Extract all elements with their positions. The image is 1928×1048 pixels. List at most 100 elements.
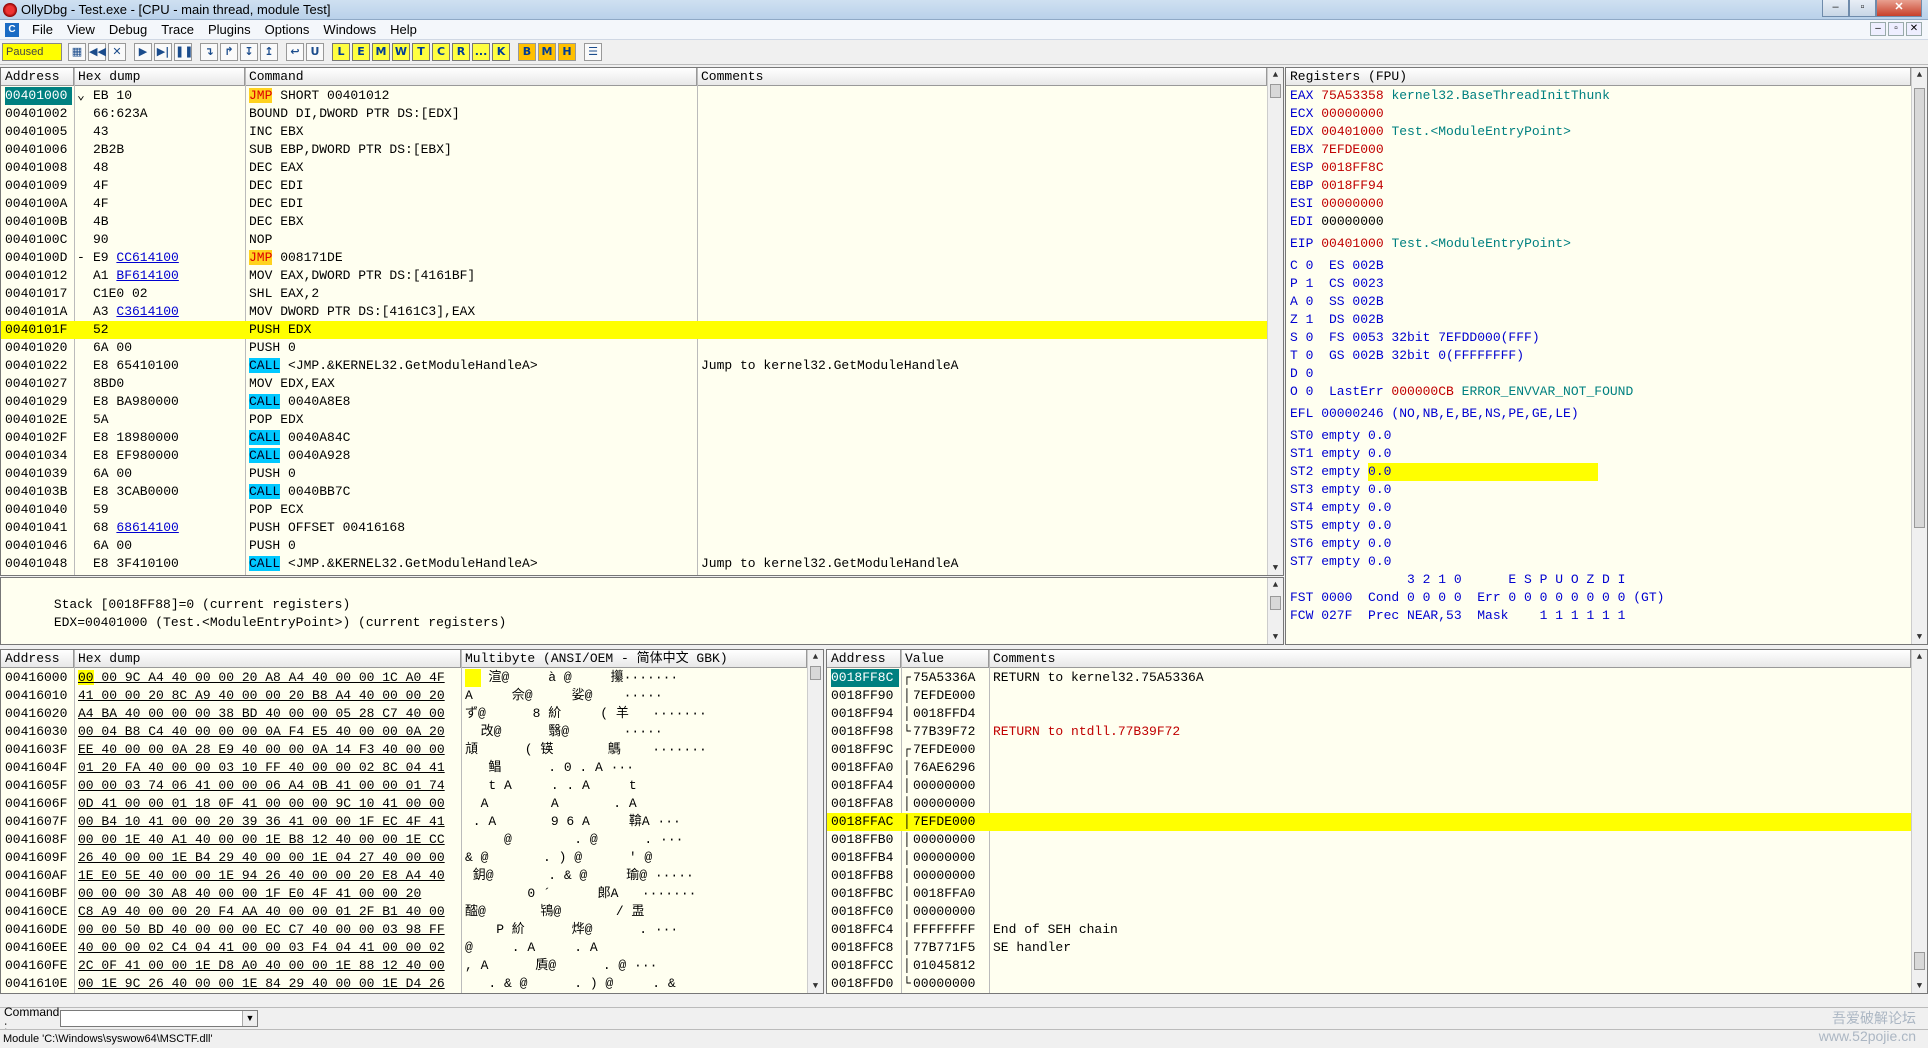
col-header-address[interactable]: Address (1, 68, 74, 86)
stack-address[interactable]: 0018FFC4 (831, 921, 899, 939)
stack-row[interactable]: 0018FFB8 │ 00000000 (827, 867, 1911, 885)
close-debug-icon[interactable]: ✕ (108, 43, 126, 61)
disasm-address[interactable]: 0040100C (5, 231, 72, 249)
disasm-row[interactable]: 00401006 2B2B SUB EBP,DWORD PTR DS:[EBX] (1, 141, 1267, 159)
register-ebx[interactable]: EBX 7EFDE000 (1290, 141, 1910, 159)
stack-pane[interactable]: Address Value Comments 0018FF8C ┌ 75A5336A… (826, 649, 1928, 994)
stack-scrollbar[interactable]: ▲ ▼ (1911, 650, 1927, 993)
register-value[interactable]: 00000000 (1321, 214, 1383, 229)
dump-hex[interactable]: 00 04 B8 C4 40 00 00 00 0A F4 E5 40 00 0… (78, 723, 459, 741)
dump-hex[interactable]: 41 00 00 20 8C A9 40 00 00 20 B8 A4 40 0… (78, 687, 459, 705)
disasm-address[interactable]: 00401000 (5, 87, 72, 105)
stack-address[interactable]: 0018FF9C (831, 741, 899, 759)
fst-row[interactable]: FST 0000 Cond 0 0 0 0 Err 0 0 0 0 0 0 0 … (1290, 589, 1910, 607)
fpu-value[interactable]: 0.0 (1368, 554, 1391, 569)
dump-address[interactable]: 00416000 (5, 669, 72, 687)
fpu-register-st0[interactable]: ST0 empty 0.0 (1290, 427, 1910, 445)
dump-row[interactable]: 004160AF 1E E0 5E 40 00 00 1E 94 26 40 00… (1, 867, 807, 885)
scroll-thumb[interactable] (1270, 596, 1281, 610)
scroll-down-icon[interactable]: ▼ (808, 979, 823, 993)
menu-debug[interactable]: Debug (102, 22, 154, 37)
stack-col-header-value[interactable]: Value (901, 650, 989, 668)
disasm-address[interactable]: 0040102E (5, 411, 72, 429)
disasm-row[interactable]: 00401029 E8 BA980000 CALL 0040A8E8 (1, 393, 1267, 411)
stack-address[interactable]: 0018FFA4 (831, 777, 899, 795)
dump-address[interactable]: 0041609F (5, 849, 72, 867)
stack-value[interactable]: 77B771F5 (913, 939, 987, 957)
dump-hex[interactable]: EE 40 00 00 0A 28 E9 40 00 00 0A 14 F3 4… (78, 741, 459, 759)
stack-col-header-comments[interactable]: Comments (989, 650, 1911, 668)
stack-row[interactable]: 0018FFB0 │ 00000000 (827, 831, 1911, 849)
window-dots-button[interactable]: ... (472, 43, 490, 61)
window-r-button[interactable]: R (452, 43, 470, 61)
hex-address-link[interactable]: 68614100 (116, 520, 178, 535)
disasm-address[interactable]: 00401039 (5, 465, 72, 483)
scroll-up-icon[interactable]: ▲ (1268, 578, 1283, 592)
stack-value[interactable]: 01045812 (913, 957, 987, 975)
window-m-button[interactable]: M (372, 43, 390, 61)
disasm-address[interactable]: 00401022 (5, 357, 72, 375)
dump-address[interactable]: 004160DE (5, 921, 72, 939)
hex-address-link[interactable]: BF614100 (116, 268, 178, 283)
efl-row[interactable]: EFL 00000246 (NO,NB,E,BE,NS,PE,GE,LE) (1290, 405, 1910, 423)
stack-address[interactable]: 0018FFB8 (831, 867, 899, 885)
dump-row[interactable]: 004160CE C8 A9 40 00 00 20 F4 AA 40 00 00… (1, 903, 807, 921)
register-value[interactable]: 00000000 (1321, 106, 1383, 121)
col-header-hex[interactable]: Hex dump (74, 68, 245, 86)
flag-segment-row[interactable]: C 0 ES 002B (1290, 257, 1910, 275)
disasm-address[interactable]: 00401041 (5, 519, 72, 537)
stack-row[interactable]: 0018FF90 │ 7EFDE000 (827, 687, 1911, 705)
window-l-button[interactable]: L (332, 43, 350, 61)
disasm-address[interactable]: 00401046 (5, 537, 72, 555)
dump-hex[interactable]: 00 00 50 BD 40 00 00 00 EC C7 40 00 00 0… (78, 921, 459, 939)
flag-segment-row[interactable]: Z 1 DS 002B (1290, 311, 1910, 329)
trace-into-icon[interactable]: ↧ (240, 43, 258, 61)
mdi-restore-button[interactable]: ▫ (1888, 22, 1904, 36)
window-w-button[interactable]: W (392, 43, 410, 61)
stack-row[interactable]: 0018FFC4 │ FFFFFFFF End of SEH chain (827, 921, 1911, 939)
menu-windows[interactable]: Windows (316, 22, 383, 37)
stack-row[interactable]: 0018FFCC │ 01045812 (827, 957, 1911, 975)
scroll-thumb[interactable] (1914, 88, 1925, 528)
disasm-address[interactable]: 00401008 (5, 159, 72, 177)
disassembly-pane[interactable]: Address Hex dump Command Comments 004010… (0, 67, 1284, 576)
window-h-button[interactable]: H (558, 43, 576, 61)
dump-hex[interactable]: 26 40 00 00 1E B4 29 40 00 00 1E 04 27 4… (78, 849, 459, 867)
disasm-row[interactable]: 0040100A 4F DEC EDI (1, 195, 1267, 213)
scroll-down-icon[interactable]: ▼ (1912, 979, 1927, 993)
disasm-address[interactable]: 00401020 (5, 339, 72, 357)
register-esi[interactable]: ESI 00000000 (1290, 195, 1910, 213)
dump-address[interactable]: 0041606F (5, 795, 72, 813)
maximize-button[interactable]: ▫ (1849, 0, 1876, 17)
window-b-button[interactable]: B (518, 43, 536, 61)
dump-hex[interactable]: 00 00 1E 40 A1 40 00 00 1E B8 12 40 00 0… (78, 831, 459, 849)
stack-value[interactable]: 00000000 (913, 975, 987, 993)
disassembly-scrollbar[interactable]: ▲ ▼ (1267, 68, 1283, 575)
dropdown-arrow-icon[interactable]: ▼ (242, 1011, 257, 1026)
stack-value[interactable]: 00000000 (913, 903, 987, 921)
dump-row[interactable]: 00416010 41 00 00 20 8C A9 40 00 00 20 B8… (1, 687, 807, 705)
menu-file[interactable]: File (25, 22, 60, 37)
stack-value[interactable]: 0018FFA0 (913, 885, 987, 903)
col-header-command[interactable]: Command (245, 68, 697, 86)
stack-row[interactable]: 0018FFA0 │ 76AE6296 (827, 759, 1911, 777)
fpu-value[interactable]: 0.0 (1368, 446, 1391, 461)
flag-segment-row[interactable]: D 0 (1290, 365, 1910, 383)
dump-address[interactable]: 004160CE (5, 903, 72, 921)
disasm-row[interactable]: 0040103B E8 3CAB0000 CALL 0040BB7C (1, 483, 1267, 501)
run-icon[interactable]: ▶ (134, 43, 152, 61)
register-edx[interactable]: EDX 00401000 Test.<ModuleEntryPoint> (1290, 123, 1910, 141)
stack-address[interactable]: 0018FF8C (831, 669, 899, 687)
register-value[interactable]: 00000000 (1321, 196, 1383, 211)
col-header-comments[interactable]: Comments (697, 68, 1267, 86)
disasm-row[interactable]: 0040100C 90 NOP (1, 231, 1267, 249)
dump-scrollbar[interactable]: ▲ ▼ (807, 650, 823, 993)
disasm-row[interactable]: 00401002 66:623A BOUND DI,DWORD PTR DS:[ED… (1, 105, 1267, 123)
trace-over-icon[interactable]: ↥ (260, 43, 278, 61)
stack-row[interactable]: 0018FFC8 │ 77B771F5 SE handler (827, 939, 1911, 957)
disasm-row[interactable]: 00401008 48 DEC EAX (1, 159, 1267, 177)
disasm-address[interactable]: 00401017 (5, 285, 72, 303)
stack-row[interactable]: 0018FFB4 │ 00000000 (827, 849, 1911, 867)
stack-address[interactable]: 0018FFAC (831, 813, 899, 831)
dump-row[interactable]: 00416020 A4 BA 40 00 00 00 38 BD 40 00 00… (1, 705, 807, 723)
